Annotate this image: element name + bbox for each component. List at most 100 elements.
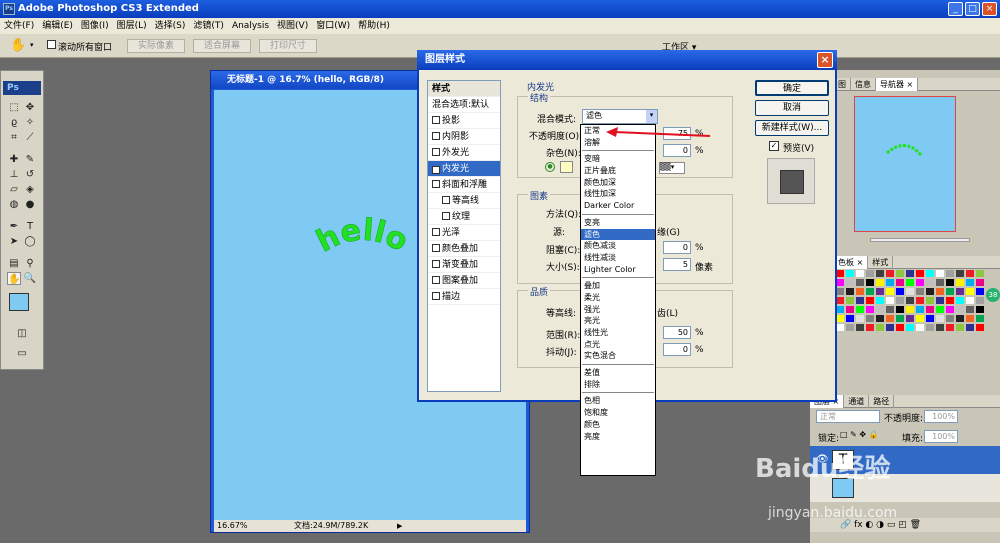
blend-mode-option[interactable]: 变亮 bbox=[581, 217, 655, 229]
magic-wand-tool-icon[interactable]: ✧ bbox=[23, 116, 37, 129]
color-swatch[interactable] bbox=[936, 279, 944, 286]
style-item[interactable]: 光泽 bbox=[428, 225, 500, 241]
layer-fill-input[interactable]: 100% bbox=[924, 430, 958, 443]
eraser-tool-icon[interactable]: ▱ bbox=[7, 183, 21, 196]
color-swatch[interactable] bbox=[886, 279, 894, 286]
style-item[interactable]: 斜面和浮雕 bbox=[428, 177, 500, 193]
layer-blend-mode-select[interactable]: 正常 bbox=[816, 410, 880, 423]
menu-item[interactable]: 帮助(H) bbox=[354, 18, 394, 34]
color-swatch[interactable] bbox=[886, 324, 894, 331]
color-swatch[interactable] bbox=[906, 288, 914, 295]
move-tool-icon[interactable]: ✥ bbox=[23, 101, 37, 114]
color-swatch[interactable] bbox=[966, 279, 974, 286]
blend-mode-option[interactable]: 色相 bbox=[581, 395, 655, 407]
choke-input[interactable]: 0 bbox=[663, 241, 691, 254]
color-swatch[interactable] bbox=[966, 324, 974, 331]
maximize-button[interactable]: □ bbox=[965, 2, 980, 16]
blend-mode-option[interactable]: 线性加深 bbox=[581, 188, 655, 200]
menu-item[interactable]: 文件(F) bbox=[0, 18, 38, 34]
color-swatch[interactable] bbox=[916, 270, 924, 277]
color-swatch[interactable] bbox=[866, 288, 874, 295]
color-swatch[interactable] bbox=[926, 315, 934, 322]
color-swatch[interactable] bbox=[856, 297, 864, 304]
color-swatch[interactable] bbox=[956, 270, 964, 277]
color-swatch[interactable] bbox=[936, 306, 944, 313]
hand-tool-icon[interactable]: ✋ bbox=[10, 38, 26, 53]
color-swatch[interactable] bbox=[866, 306, 874, 313]
anti-alias-label[interactable]: 齿(L) bbox=[657, 306, 678, 319]
print-size-button[interactable]: 打印尺寸 bbox=[259, 39, 317, 53]
source-edge-label[interactable]: 缘(G) bbox=[657, 225, 680, 238]
path-selection-icon[interactable]: ➤ bbox=[7, 235, 21, 248]
minimize-button[interactable]: _ bbox=[948, 2, 963, 16]
color-swatch[interactable] bbox=[936, 270, 944, 277]
scroll-all-checkbox[interactable] bbox=[47, 40, 56, 49]
blend-mode-option[interactable]: 柔光 bbox=[581, 292, 655, 304]
jitter-input[interactable]: 0 bbox=[663, 343, 691, 356]
color-swatch[interactable] bbox=[976, 297, 984, 304]
cancel-button[interactable]: 取消 bbox=[755, 100, 829, 116]
color-radio[interactable]: ● bbox=[545, 162, 555, 172]
layer-opacity-input[interactable]: 100% bbox=[924, 410, 958, 423]
blend-mode-option[interactable]: 差值 bbox=[581, 367, 655, 379]
color-swatch[interactable] bbox=[896, 270, 904, 277]
style-checkbox[interactable] bbox=[432, 116, 440, 124]
color-swatch[interactable] bbox=[846, 279, 854, 286]
color-swatch[interactable] bbox=[916, 279, 924, 286]
color-swatch[interactable] bbox=[896, 297, 904, 304]
style-checkbox[interactable] bbox=[432, 244, 440, 252]
dialog-close-button[interactable]: × bbox=[817, 52, 833, 68]
color-swatch[interactable] bbox=[916, 324, 924, 331]
color-swatch[interactable] bbox=[966, 306, 974, 313]
dodge-tool-icon[interactable]: ● bbox=[23, 198, 37, 211]
style-item[interactable]: 描边 bbox=[428, 289, 500, 305]
color-swatch[interactable] bbox=[956, 315, 964, 322]
tab-styles[interactable]: 样式 bbox=[868, 256, 894, 269]
blend-mode-option[interactable]: 颜色加深 bbox=[581, 177, 655, 189]
color-swatch[interactable] bbox=[876, 270, 884, 277]
noise-input[interactable]: 0 bbox=[663, 144, 691, 157]
color-swatch[interactable] bbox=[976, 306, 984, 313]
blend-mode-option[interactable]: 饱和度 bbox=[581, 407, 655, 419]
color-swatch[interactable] bbox=[866, 297, 874, 304]
color-swatch[interactable] bbox=[886, 306, 894, 313]
color-swatch[interactable] bbox=[946, 297, 954, 304]
blend-mode-dropdown[interactable]: 正常 溶解 变暗 正片叠底 颜色加深 线性加深 Darker Color 变亮 滤色 颜色减淡 线性… bbox=[580, 124, 656, 476]
hand-tool-icon[interactable]: ✋ bbox=[7, 272, 21, 285]
color-swatch[interactable] bbox=[866, 279, 874, 286]
slice-tool-icon[interactable]: ⟋ bbox=[23, 131, 37, 144]
style-checkbox[interactable] bbox=[442, 212, 450, 220]
blend-mode-option[interactable]: 叠加 bbox=[581, 280, 655, 292]
history-brush-icon[interactable]: ↺ bbox=[23, 168, 37, 181]
color-swatch[interactable] bbox=[966, 270, 974, 277]
new-style-button[interactable]: 新建样式(W)... bbox=[755, 120, 829, 136]
menu-item[interactable]: 滤镜(T) bbox=[189, 18, 228, 34]
color-swatch[interactable] bbox=[836, 279, 844, 286]
blend-mode-option[interactable]: 正片叠底 bbox=[581, 165, 655, 177]
tab-swatches[interactable]: 色板 × bbox=[834, 256, 869, 269]
navigator-zoom-slider[interactable] bbox=[870, 238, 970, 242]
color-swatch[interactable] bbox=[936, 297, 944, 304]
color-swatch[interactable] bbox=[956, 279, 964, 286]
style-item[interactable]: 内阴影 bbox=[428, 129, 500, 145]
screen-mode-icon[interactable]: ▭ bbox=[15, 347, 29, 360]
clone-stamp-icon[interactable]: ⊥ bbox=[7, 168, 21, 181]
color-swatch[interactable] bbox=[846, 324, 854, 331]
color-swatch[interactable] bbox=[856, 270, 864, 277]
color-swatch[interactable] bbox=[936, 288, 944, 295]
quick-mask-icon[interactable]: ◫ bbox=[15, 327, 29, 340]
blend-options-item[interactable]: 混合选项:默认 bbox=[428, 97, 500, 113]
gradient-picker[interactable]: ▒▒▾ bbox=[659, 162, 685, 174]
menu-item[interactable]: 图层(L) bbox=[113, 18, 151, 34]
type-tool-icon[interactable]: T bbox=[23, 220, 37, 233]
color-swatch[interactable] bbox=[846, 270, 854, 277]
color-swatch[interactable] bbox=[956, 324, 964, 331]
color-swatch[interactable] bbox=[836, 315, 844, 322]
color-swatch[interactable] bbox=[916, 288, 924, 295]
color-swatch[interactable] bbox=[856, 288, 864, 295]
color-swatch[interactable] bbox=[926, 306, 934, 313]
color-swatch[interactable] bbox=[836, 270, 844, 277]
color-swatch[interactable] bbox=[896, 324, 904, 331]
color-swatch[interactable] bbox=[906, 315, 914, 322]
color-swatch[interactable] bbox=[956, 297, 964, 304]
